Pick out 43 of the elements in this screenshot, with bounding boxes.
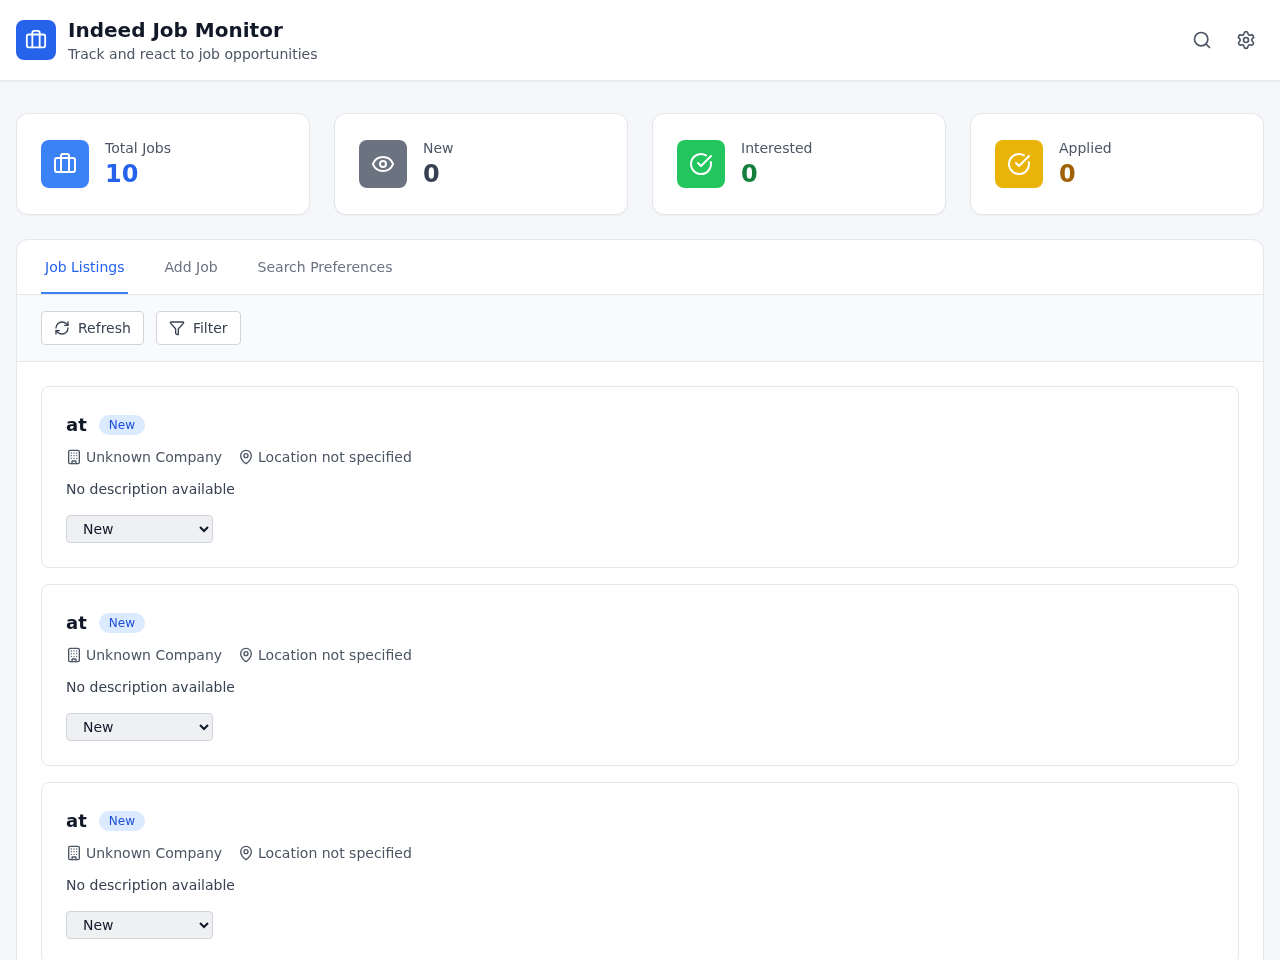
company-name: Unknown Company (86, 844, 223, 863)
map-pin-icon (238, 647, 255, 663)
tab[interactable]: Search Preferences (253, 240, 397, 294)
app-subtitle: Track and react to job opportunities (68, 45, 318, 64)
status-select[interactable]: New (66, 911, 213, 939)
status-select[interactable]: New (66, 713, 213, 741)
stat-value: 0 (423, 159, 440, 190)
building-icon (66, 449, 82, 465)
funnel-icon (168, 320, 185, 336)
job-description: No description available (66, 876, 235, 895)
search-icon (1192, 30, 1212, 50)
app-title: Indeed Job Monitor (68, 17, 283, 44)
status-badge: New (98, 415, 145, 435)
job-location: Location not specified (258, 646, 412, 665)
stat-label: New (423, 139, 454, 158)
company-name: Unknown Company (86, 448, 223, 467)
building-icon (66, 845, 82, 861)
stat-value: 0 (741, 159, 758, 190)
briefcase-logo-icon (16, 20, 56, 60)
job-description: No description available (66, 678, 235, 697)
map-pin-icon (238, 449, 255, 465)
stat-value: 0 (1059, 159, 1076, 190)
job-title: at (66, 413, 87, 437)
status-select[interactable]: New (66, 515, 213, 543)
filter-button[interactable]: Filter (155, 311, 241, 345)
stat-value: 10 (105, 159, 139, 190)
stat-label: Interested (741, 139, 813, 158)
status-badge: New (98, 811, 145, 831)
job-title: at (66, 611, 87, 635)
building-icon (66, 647, 82, 663)
map-pin-icon (238, 845, 255, 861)
job-location: Location not specified (258, 844, 412, 863)
stat-label: Total Jobs (105, 139, 172, 158)
gear-icon (1236, 30, 1256, 50)
tab[interactable]: Add Job (160, 240, 222, 294)
refresh-button[interactable]: Refresh (41, 311, 144, 345)
job-title: at (66, 809, 87, 833)
job-description: No description available (66, 480, 235, 499)
status-badge: New (98, 613, 145, 633)
job-location: Location not specified (258, 448, 412, 467)
refresh-icon (54, 320, 70, 336)
company-name: Unknown Company (86, 646, 223, 665)
stat-label: Applied (1059, 139, 1112, 158)
